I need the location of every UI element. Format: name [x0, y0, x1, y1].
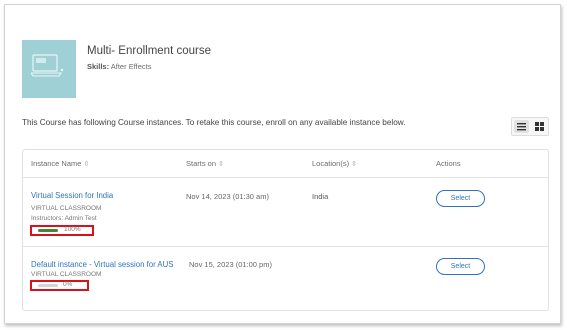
course-thumbnail [22, 40, 76, 98]
select-button[interactable]: Select [436, 258, 485, 275]
instance-type: VIRTUAL CLASSROOM [31, 205, 102, 212]
progress-label: 0% [63, 281, 73, 288]
laptop-icon [31, 54, 64, 77]
sort-icon: ⇳ [351, 161, 357, 168]
header-divider [23, 177, 548, 178]
course-skills: Skills: After Effects [87, 62, 151, 71]
header-location[interactable]: Location(s) ⇳ [312, 159, 357, 168]
list-view-button[interactable] [514, 120, 529, 133]
select-button[interactable]: Select [436, 190, 485, 207]
list-icon [517, 123, 526, 131]
progress-bar [38, 229, 58, 232]
instance-instructors: Instructors: Admin Test [31, 215, 97, 222]
sort-icon: ⇳ [83, 161, 90, 168]
instances-table: Instance Name ⇳ Starts on ⇳ Location(s) ⇳ A… [22, 149, 549, 311]
header-instance-name[interactable]: Instance Name ⇳ [31, 159, 89, 168]
grid-icon [535, 122, 544, 131]
course-title: Multi- Enrollment course [87, 45, 211, 57]
view-toggle [511, 117, 549, 136]
progress-highlight-box: 0% [30, 280, 89, 291]
progress-label: 100% [64, 226, 81, 233]
sort-icon: ⇳ [218, 161, 224, 168]
skills-label: Skills: [87, 62, 110, 71]
progress-highlight-box: 100% [30, 225, 94, 236]
course-instances-panel: Multi- Enrollment course Skills: After E… [4, 4, 561, 324]
instance-location: India [312, 192, 329, 201]
instance-type: VIRTUAL CLASSROOM [31, 271, 102, 278]
instance-name-link[interactable]: Virtual Session for India [31, 191, 113, 200]
skills-value: After Effects [110, 62, 152, 71]
instance-name-link[interactable]: Default instance - Virtual session for A… [31, 260, 173, 269]
instance-start-date: Nov 15, 2023 (01:00 pm) [189, 260, 272, 269]
header-starts-on[interactable]: Starts on ⇳ [186, 159, 224, 168]
progress-bar [38, 284, 58, 287]
instance-start-date: Nov 14, 2023 (01:30 am) [186, 192, 269, 201]
header-actions: Actions [436, 159, 461, 168]
progress-fill [38, 229, 58, 232]
instances-info-text: This Course has following Course instanc… [22, 118, 406, 127]
grid-view-button[interactable] [532, 120, 547, 133]
row-divider [23, 246, 548, 247]
